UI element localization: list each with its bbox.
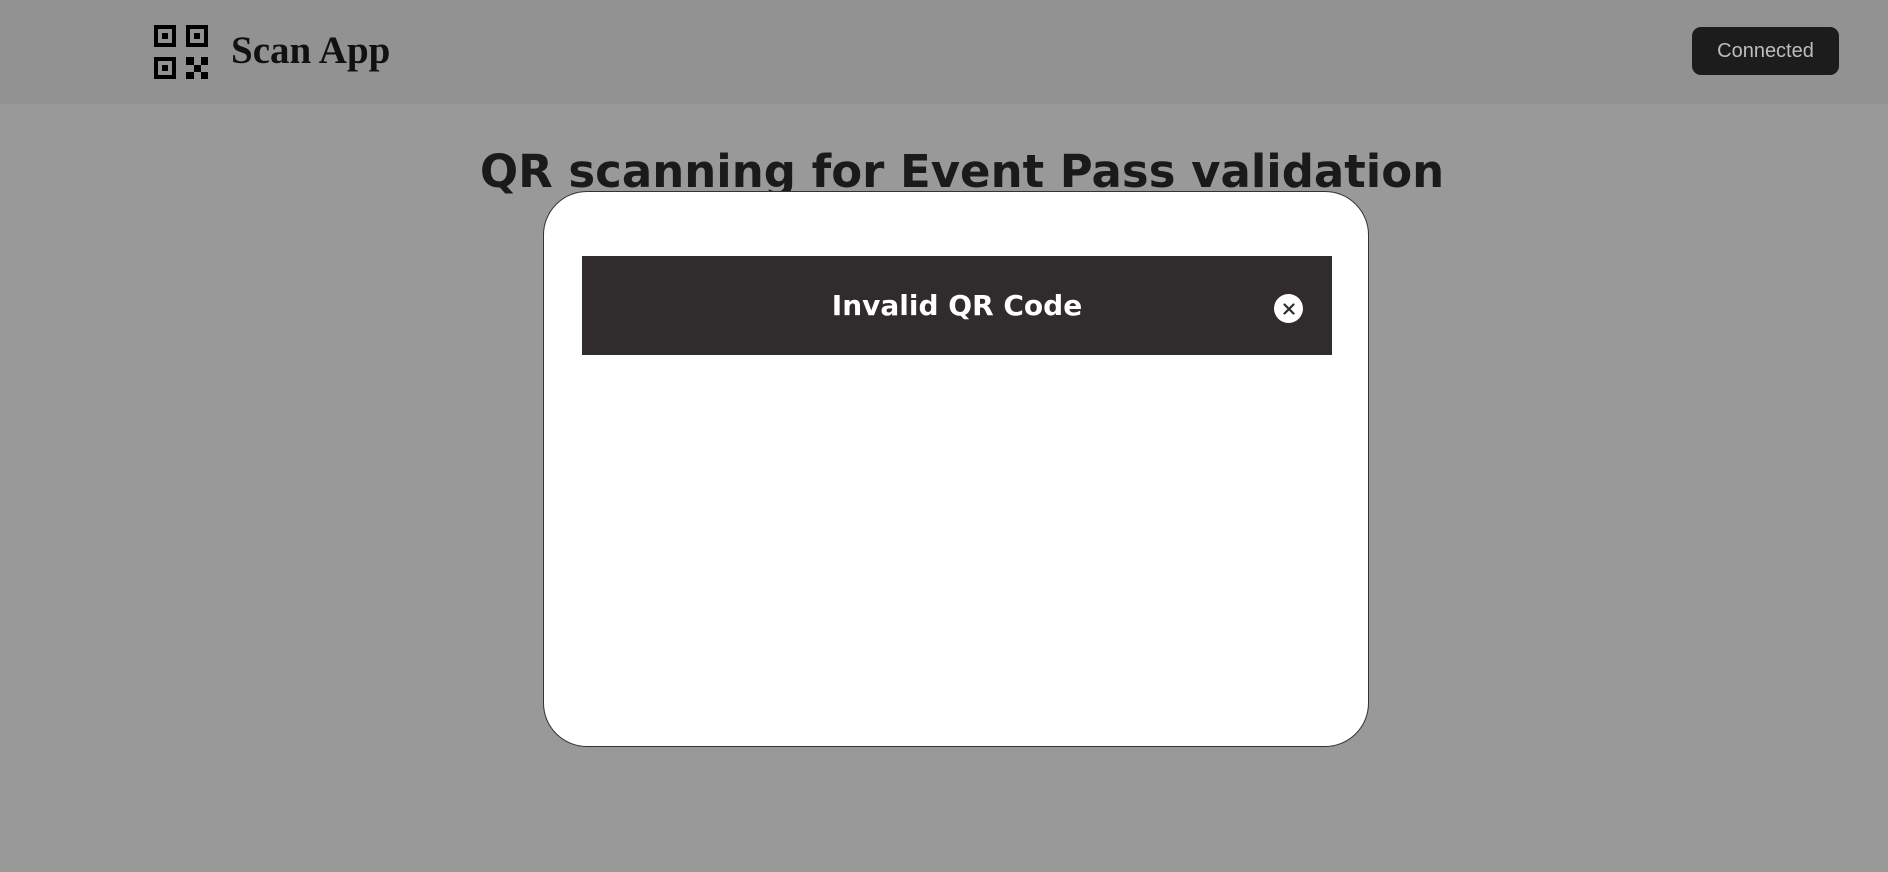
close-icon <box>1282 302 1295 315</box>
modal-header: Invalid QR Code <box>582 256 1332 355</box>
app-name: Scan App <box>231 29 391 72</box>
modal-title: Invalid QR Code <box>831 289 1083 322</box>
qr-code-icon <box>154 25 208 79</box>
close-button[interactable] <box>1274 294 1303 323</box>
connected-status-button[interactable]: Connected <box>1692 27 1839 75</box>
app-header: Scan App Connected <box>0 0 1888 104</box>
invalid-qr-modal: Invalid QR Code <box>543 191 1369 747</box>
